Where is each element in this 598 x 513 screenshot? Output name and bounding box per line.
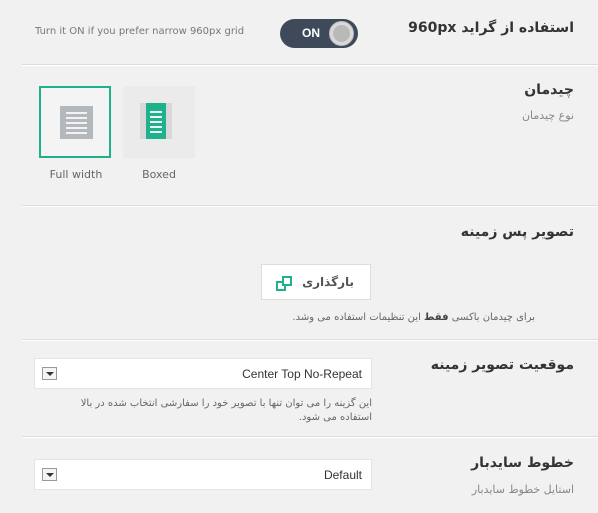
upload-button[interactable]: بارگذاری	[261, 264, 371, 300]
upload-icon	[276, 276, 292, 291]
bg-position-select[interactable]: Center Top No-Repeat	[34, 358, 372, 389]
divider	[22, 65, 598, 66]
select-value: Default	[323, 468, 362, 482]
divider	[22, 340, 598, 341]
note-prefix: برای چیدمان باکسی	[451, 312, 535, 323]
layout-option-label: Full width	[49, 168, 103, 181]
bg-position-title: موقعیت تصویر زمینه	[430, 357, 574, 373]
select-value: Center Top No-Repeat	[242, 367, 362, 381]
toggle-knob	[329, 21, 354, 46]
layout-option-boxed[interactable]	[123, 86, 195, 158]
layout-subtitle: نوع چیدمان	[521, 109, 574, 122]
grid-toggle[interactable]: ON	[280, 19, 358, 48]
bg-image-note: برای چیدمان باکسی فقط این تنظیمات استفاد…	[292, 311, 535, 325]
full-width-icon	[60, 106, 93, 139]
layout-title: چیدمان	[524, 82, 574, 98]
grid-setting-title: استفاده از گراید 960px	[408, 20, 574, 36]
sidebar-lines-title: خطوط سایدبار	[471, 455, 574, 471]
toggle-label: ON	[302, 26, 320, 40]
bg-position-description: این گزینه را می توان تنها با تصویر خود ر…	[32, 397, 372, 425]
layout-option-full-width[interactable]	[39, 86, 111, 158]
sidebar-lines-select[interactable]: Default	[34, 459, 372, 490]
bg-image-title: تصویر پس زمینه	[460, 224, 574, 240]
divider	[22, 206, 598, 207]
divider	[22, 437, 598, 438]
layout-option-label: Boxed	[142, 168, 176, 181]
note-suffix: این تنظیمات استفاده می وشد.	[292, 312, 421, 323]
note-bold: فقط	[424, 312, 449, 323]
boxed-icon	[140, 103, 172, 139]
upload-label: بارگذاری	[302, 275, 354, 289]
desc-line: استفاده می شود.	[298, 412, 372, 423]
grid-setting-hint: Turn it ON if you prefer narrow 960px gr…	[35, 26, 245, 37]
chevron-down-icon[interactable]	[42, 468, 57, 481]
sidebar-lines-subtitle: استایل خطوط سایدبار	[471, 483, 574, 496]
desc-line: این گزینه را می توان تنها با تصویر خود ر…	[80, 398, 372, 409]
chevron-down-icon[interactable]	[42, 367, 57, 380]
